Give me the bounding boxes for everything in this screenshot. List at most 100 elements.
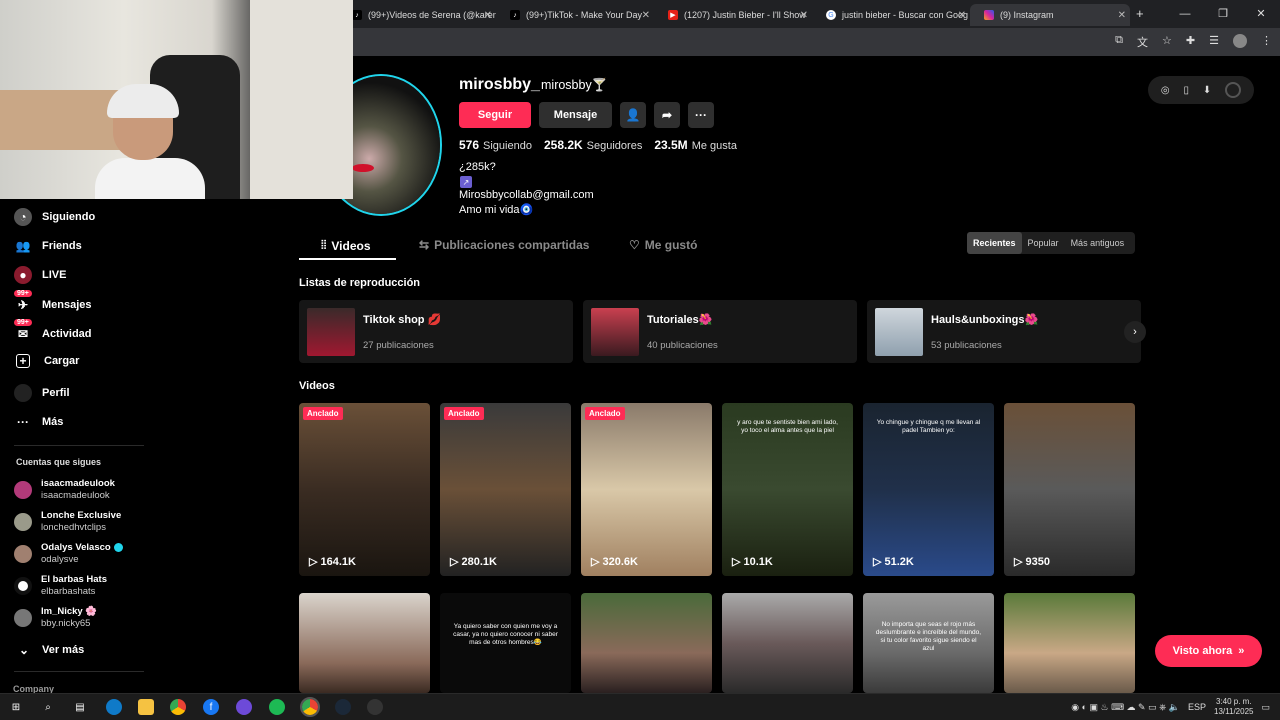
video-card[interactable]: ▷ 9350	[1004, 403, 1135, 576]
nav-label: Cargar	[44, 355, 80, 367]
minimize-button[interactable]: —	[1166, 0, 1204, 28]
tab-videos[interactable]: ⦙⦙ Videos	[321, 238, 371, 253]
more-options-icon[interactable]: ···	[688, 102, 714, 128]
stat-following[interactable]: 576 Siguiendo	[459, 138, 532, 152]
tab-reposts[interactable]: ⇆ Publicaciones compartidas	[419, 238, 589, 252]
nav-item-more[interactable]: ··· Más	[14, 413, 63, 431]
obs-icon[interactable]	[367, 699, 383, 715]
nav-item-following[interactable]: ◔ Siguiendo	[14, 208, 95, 226]
video-card[interactable]: Yo chingue y chingue q me llevan al pade…	[863, 403, 994, 576]
spotify-icon[interactable]	[269, 699, 285, 715]
browser-tab-4[interactable]: G justin bieber - Buscar con Goog ✕	[812, 4, 970, 26]
nav-item-upload[interactable]: + Cargar	[14, 354, 79, 368]
browser-menu-icon[interactable]: ⋮	[1261, 34, 1272, 50]
app-icon[interactable]	[236, 699, 252, 715]
bookmark-star-icon[interactable]: ☆	[1162, 34, 1172, 50]
message-button[interactable]: Mensaje	[539, 102, 612, 128]
download-icon[interactable]: ⬇	[1203, 85, 1211, 96]
chevron-right-icon[interactable]: ›	[1124, 321, 1146, 343]
video-card[interactable]	[1004, 593, 1135, 693]
sort-oldest[interactable]: Más antiguos	[1065, 232, 1131, 254]
device-icon[interactable]: ▯	[1183, 85, 1189, 96]
sort-popular[interactable]: Popular	[1022, 232, 1065, 254]
reading-list-icon[interactable]: ☰	[1209, 34, 1219, 50]
playlist-card[interactable]: Hauls&unboxings🌺 53 publicaciones	[867, 300, 1141, 363]
account-handle: lonchedhvtclips	[41, 522, 106, 533]
new-tab-button[interactable]: +	[1136, 6, 1144, 21]
following-account[interactable]: El barbas Hats elbarbashats	[14, 574, 107, 598]
account-name: Im_Nicky 🌸	[41, 606, 98, 617]
steam-icon[interactable]	[335, 699, 351, 715]
video-card[interactable]: Anclado ▷ 280.1K	[440, 403, 571, 576]
clock[interactable]: 3:40 p. m. 13/11/2025	[1214, 697, 1253, 717]
video-card[interactable]	[581, 593, 712, 693]
browser-tab-2[interactable]: ♪ (99+)TikTok - Make Your Day ✕	[496, 4, 654, 26]
tray-icons[interactable]: ◉ ◐ ▣ ♨ ⌨ ☁ ✎ ▭ ⎈ 🔈	[1071, 702, 1180, 713]
facebook-icon[interactable]: f	[203, 699, 219, 715]
video-card[interactable]: Ya quiero saber con quien me voy a casar…	[440, 593, 571, 693]
watch-now-button[interactable]: Visto ahora »	[1155, 635, 1262, 667]
playlist-card[interactable]: Tiktok shop 💋 27 publicaciones	[299, 300, 573, 363]
video-card[interactable]: Anclado ▷ 320.6K	[581, 403, 712, 576]
video-card[interactable]	[299, 593, 430, 693]
tiktok-icon: ♪	[510, 10, 520, 20]
chevron-down-icon: ⌄	[18, 643, 30, 657]
browser-tab-1[interactable]: ♪ (99+)Videos de Serena (@karen ✕	[338, 4, 496, 26]
close-tab-icon[interactable]: ✕	[800, 10, 808, 21]
playlist-card[interactable]: Tutoriales🌺 40 publicaciones	[583, 300, 857, 363]
video-card[interactable]: Anclado ▷ 164.1K	[299, 403, 430, 576]
notification-icon[interactable]: ▭	[1261, 702, 1270, 713]
account-name-text: Odalys Velasco	[41, 542, 111, 553]
video-card[interactable]: y aro que te sentiste bien ami lado, yo …	[722, 403, 853, 576]
chrome-icon[interactable]	[170, 699, 186, 715]
avatar	[14, 481, 32, 499]
translate-icon[interactable]: 文	[1137, 34, 1148, 50]
stat-followers[interactable]: 258.2K Seguidores	[544, 138, 642, 152]
playlists-title: Listas de reproducción	[299, 277, 421, 289]
share-icon[interactable]: ➦	[654, 102, 680, 128]
browser-tab-5-active[interactable]: (9) Instagram ✕	[970, 4, 1130, 26]
following-account[interactable]: Odalys Velasco odalysve	[14, 542, 123, 566]
close-window-button[interactable]: ✕	[1242, 0, 1280, 28]
video-card[interactable]	[722, 593, 853, 693]
see-more-button[interactable]: ⌄ Ver más	[18, 641, 84, 659]
file-explorer-icon[interactable]	[138, 699, 154, 715]
following-account[interactable]: isaacmadeulook isaacmadeulook	[14, 478, 115, 502]
playlist-title: Hauls&unboxings🌺	[931, 314, 1039, 326]
follow-button[interactable]: Seguir	[459, 102, 531, 128]
browser-tab-3[interactable]: ▶ (1207) Justin Bieber - I'll Show ✕	[654, 4, 812, 26]
nav-item-friends[interactable]: 👥 Friends	[14, 237, 82, 255]
compass-icon[interactable]: ◎	[1161, 85, 1170, 96]
language-indicator[interactable]: ESP	[1188, 702, 1206, 712]
windows-start-icon[interactable]: ⊞	[8, 699, 24, 715]
nav-item-activity[interactable]: ✉ 99+ Actividad	[14, 319, 92, 343]
install-app-icon[interactable]: ⧉	[1115, 34, 1123, 50]
restore-button[interactable]: ❐	[1204, 0, 1242, 28]
avatar	[14, 609, 32, 627]
close-tab-icon[interactable]: ✕	[642, 10, 650, 21]
following-icon: ◔	[14, 208, 32, 226]
search-icon[interactable]: ⌕	[40, 699, 56, 715]
close-tab-icon[interactable]: ✕	[484, 10, 492, 21]
following-account[interactable]: Lonche Exclusive lonchedhvtclips	[14, 510, 121, 534]
chrome-active-icon[interactable]	[300, 697, 320, 717]
views-text: 164.1K	[320, 555, 356, 568]
following-account[interactable]: Im_Nicky 🌸 bby.nicky65	[14, 606, 97, 630]
toolbar-icons: ⧉ 文 ☆ ✚ ☰ ⋮	[1115, 34, 1272, 50]
add-friend-icon[interactable]: 👤	[620, 102, 646, 128]
nav-item-messages[interactable]: ✈ 99+ Mensajes	[14, 290, 92, 314]
tab-liked[interactable]: ♡ Me gustó	[629, 238, 697, 252]
edge-icon[interactable]	[106, 699, 122, 715]
likes-label: Me gusta	[691, 140, 737, 152]
extensions-icon[interactable]: ✚	[1186, 34, 1195, 50]
close-tab-icon[interactable]: ✕	[1118, 10, 1126, 21]
task-view-icon[interactable]: ▤	[72, 699, 88, 715]
nav-item-live[interactable]: ● LIVE	[14, 266, 66, 284]
close-tab-icon[interactable]: ✕	[958, 10, 966, 21]
profile-avatar[interactable]	[1233, 34, 1247, 48]
avatar	[14, 577, 32, 595]
play-icon: ▷	[732, 556, 741, 568]
video-card[interactable]: No importa que seas el rojo más deslumbr…	[863, 593, 994, 693]
sort-recent[interactable]: Recientes	[967, 232, 1022, 254]
nav-item-profile[interactable]: Perfil	[14, 384, 70, 402]
